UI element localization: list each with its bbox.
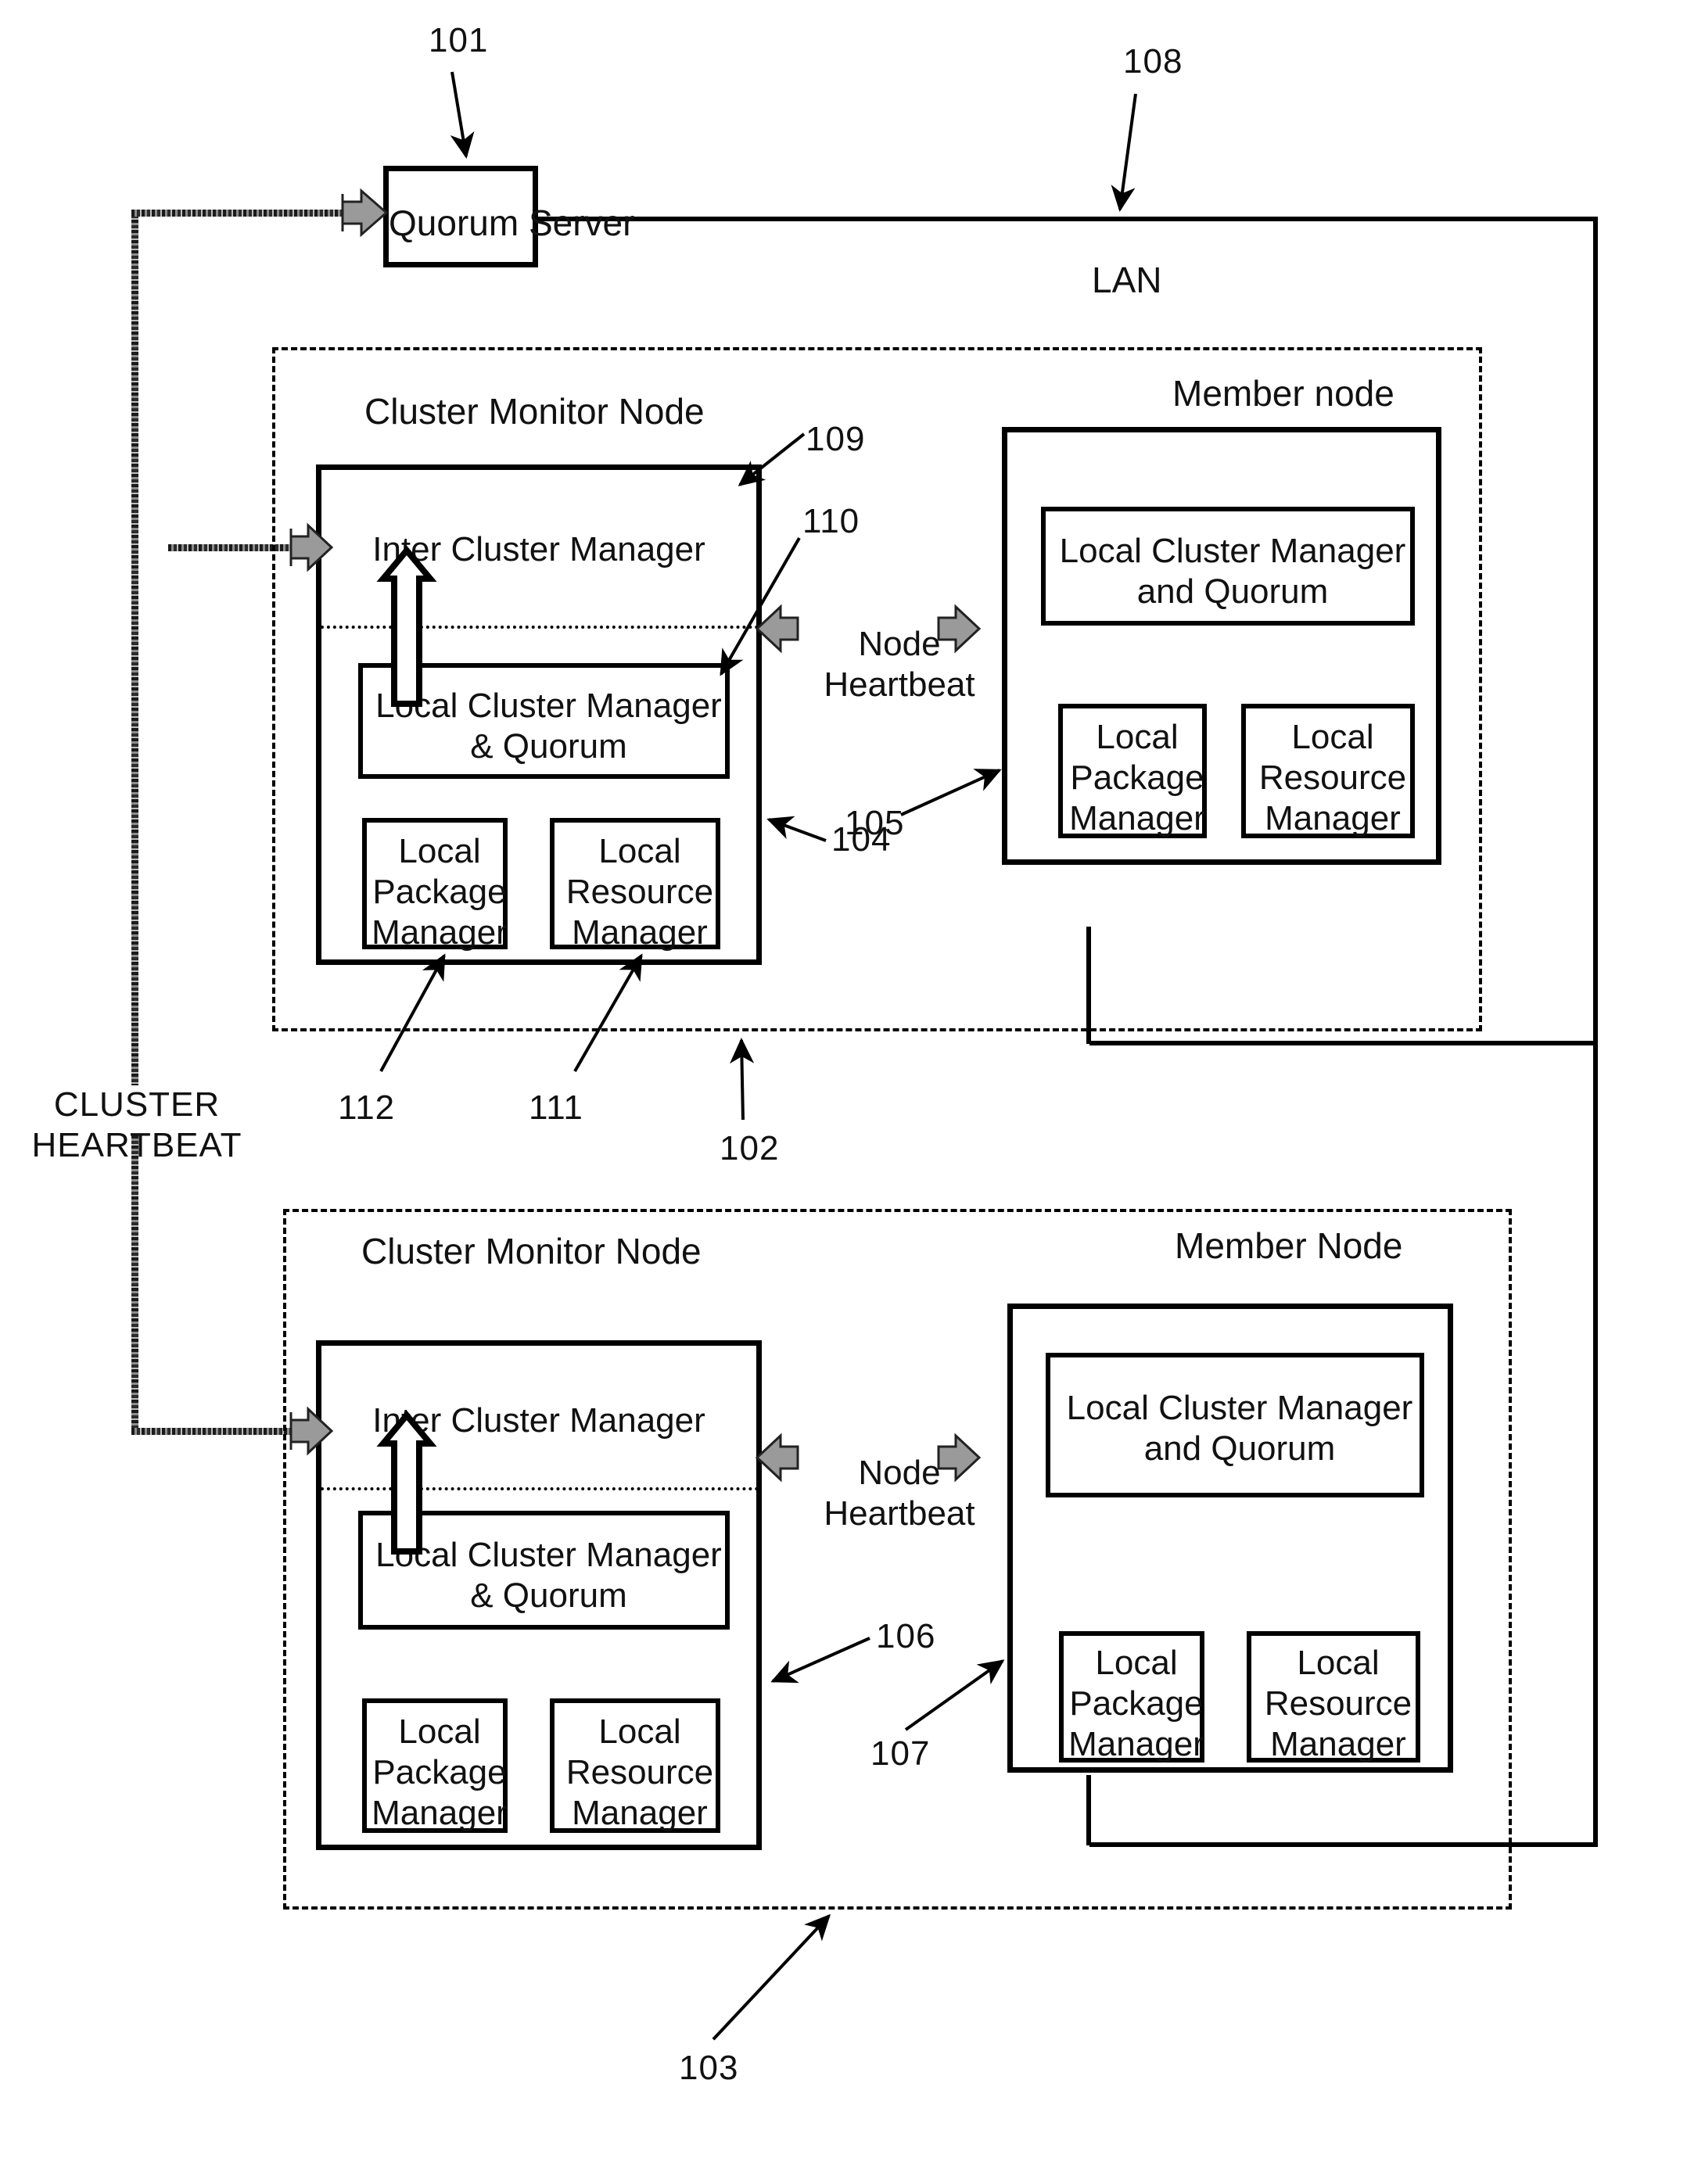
cluster-heartbeat-label-line1: CLUSTER <box>53 1085 221 1124</box>
lan-label: LAN <box>1092 260 1162 300</box>
lrm-line3-top-monitor: Manager <box>572 913 708 952</box>
cluster-heartbeat-vline-upper <box>131 210 138 1085</box>
lpm-line3-bottom-monitor: Manager <box>371 1794 508 1832</box>
ref-109: 109 <box>806 420 866 458</box>
lpm-line1-bottom-member: Local <box>1095 1644 1178 1682</box>
ref-105: 105 <box>845 804 905 842</box>
local-package-manager-box-top-member[interactable]: Local Package Manager <box>1058 704 1207 838</box>
lan-top-line <box>536 217 1598 221</box>
local-cluster-manager-quorum-box-bottom-monitor[interactable]: Local Cluster Manager & Quorum <box>358 1511 730 1630</box>
lrm-line3-bottom-monitor: Manager <box>572 1794 708 1832</box>
local-resource-manager-box-bottom-monitor[interactable]: Local Resource Manager <box>550 1698 720 1833</box>
ref-108: 108 <box>1123 42 1183 81</box>
node-heartbeat-label-line2-bottom: Heartbeat <box>824 1494 975 1533</box>
lcmq-line2-bottom-monitor: & Quorum <box>470 1576 627 1615</box>
local-resource-manager-box-bottom-member[interactable]: Local Resource Manager <box>1247 1631 1420 1763</box>
local-resource-manager-box-top-member[interactable]: Local Resource Manager <box>1241 704 1415 838</box>
cluster-monitor-node-divider-top <box>321 626 759 629</box>
local-cluster-manager-quorum-box-top-member[interactable]: Local Cluster Manager and Quorum <box>1041 507 1415 626</box>
leader-103 <box>712 1913 831 2041</box>
ref-103: 103 <box>679 2049 739 2087</box>
local-package-manager-box-bottom-member[interactable]: Local Package Manager <box>1059 1631 1204 1763</box>
lcmq-line1-top-member: Local Cluster Manager <box>1059 532 1406 570</box>
lrm-line2-bottom-monitor: Resource <box>565 1753 714 1791</box>
lrm-line1-bottom-member: Local <box>1297 1644 1380 1682</box>
member-node-title-bottom: Member Node <box>1175 1225 1403 1266</box>
cluster-monitor-node-title-top: Cluster Monitor Node <box>364 391 705 432</box>
quorum-server-label: Quorum Server <box>389 203 635 243</box>
cluster-monitor-node-title-bottom: Cluster Monitor Node <box>361 1231 702 1271</box>
quorum-server-box[interactable]: Quorum Server <box>383 166 634 267</box>
local-cluster-manager-quorum-line2-top-monitor: & Quorum <box>470 727 627 766</box>
lpm-line2-bottom-member: Package <box>1069 1684 1204 1723</box>
inter-cluster-manager-label-top: Inter Cluster Manager <box>372 530 705 568</box>
lrm-line2-top-monitor: Resource <box>565 873 714 911</box>
ref-110: 110 <box>802 502 860 540</box>
lan-right-line-lower <box>1593 1041 1598 1846</box>
member-node-title-top: Member node <box>1172 373 1394 414</box>
lcmq-line2-top-member: and Quorum <box>1136 572 1329 611</box>
local-cluster-manager-quorum-box-top-monitor[interactable]: Local Cluster Manager & Quorum <box>358 663 730 779</box>
local-package-manager-box-bottom-monitor[interactable]: Local Package Manager <box>362 1698 508 1833</box>
local-cluster-manager-quorum-box-bottom-member[interactable]: Local Cluster Manager and Quorum <box>1046 1353 1424 1497</box>
lpm-line3-top-member: Manager <box>1069 799 1205 837</box>
lrm-line3-bottom-member: Manager <box>1270 1725 1406 1763</box>
lcmq-line1-bottom-monitor: Local Cluster Manager <box>375 1536 722 1574</box>
ref-102: 102 <box>720 1129 780 1167</box>
lrm-line2-bottom-member: Resource <box>1264 1684 1412 1723</box>
ref-101: 101 <box>429 21 489 59</box>
lrm-line1-bottom-monitor: Local <box>598 1712 681 1751</box>
lpm-line2-top-monitor: Package <box>372 873 507 911</box>
lpm-line2-bottom-monitor: Package <box>372 1753 507 1791</box>
lpm-line3-top-monitor: Manager <box>371 913 508 952</box>
cluster-monitor-node-divider-bottom <box>321 1487 759 1490</box>
lcmq-line2-bottom-member: and Quorum <box>1143 1429 1336 1468</box>
lrm-line3-top-member: Manager <box>1265 799 1401 837</box>
local-cluster-manager-quorum-line1-top-monitor: Local Cluster Manager <box>375 687 722 725</box>
lrm-line1-top-member: Local <box>1291 718 1374 756</box>
ref-111: 111 <box>529 1088 583 1127</box>
lpm-line1-top-member: Local <box>1096 718 1179 756</box>
lrm-line1-top-monitor: Local <box>598 832 681 870</box>
ref-112: 112 <box>338 1088 396 1127</box>
cluster-heartbeat-vline-lower <box>131 1135 138 1433</box>
leader-102 <box>729 1038 755 1121</box>
lpm-line2-top-member: Package <box>1070 758 1204 797</box>
lpm-line1-top-monitor: Local <box>398 832 481 870</box>
node-heartbeat-label-line1-bottom: Node <box>858 1454 941 1492</box>
cluster-heartbeat-label-line2: HEARTBEAT <box>31 1126 242 1164</box>
local-package-manager-box-top-monitor[interactable]: Local Package Manager <box>362 818 508 952</box>
leader-108 <box>1111 93 1137 212</box>
lpm-line1-bottom-monitor: Local <box>398 1712 481 1751</box>
lcmq-line1-bottom-member: Local Cluster Manager <box>1066 1389 1413 1427</box>
node-heartbeat-label-line1-top: Node <box>858 625 941 663</box>
cluster-heartbeat-to-quorum <box>131 210 389 217</box>
ref-107: 107 <box>870 1734 931 1773</box>
node-heartbeat-label-line2-top: Heartbeat <box>824 665 975 704</box>
local-resource-manager-box-top-monitor[interactable]: Local Resource Manager <box>550 818 720 952</box>
lpm-line3-bottom-member: Manager <box>1068 1725 1204 1763</box>
lan-lower-line-top-cluster <box>1089 1041 1598 1045</box>
ref-106: 106 <box>876 1617 936 1655</box>
lan-right-line <box>1593 217 1598 1045</box>
lrm-line2-top-member: Resource <box>1258 758 1407 797</box>
patent-figure-canvas: Quorum Server LAN CLUSTER HEARTBEAT Clus… <box>0 0 1687 2184</box>
leader-101 <box>450 71 475 159</box>
inter-cluster-manager-label-bottom: Inter Cluster Manager <box>372 1401 705 1440</box>
